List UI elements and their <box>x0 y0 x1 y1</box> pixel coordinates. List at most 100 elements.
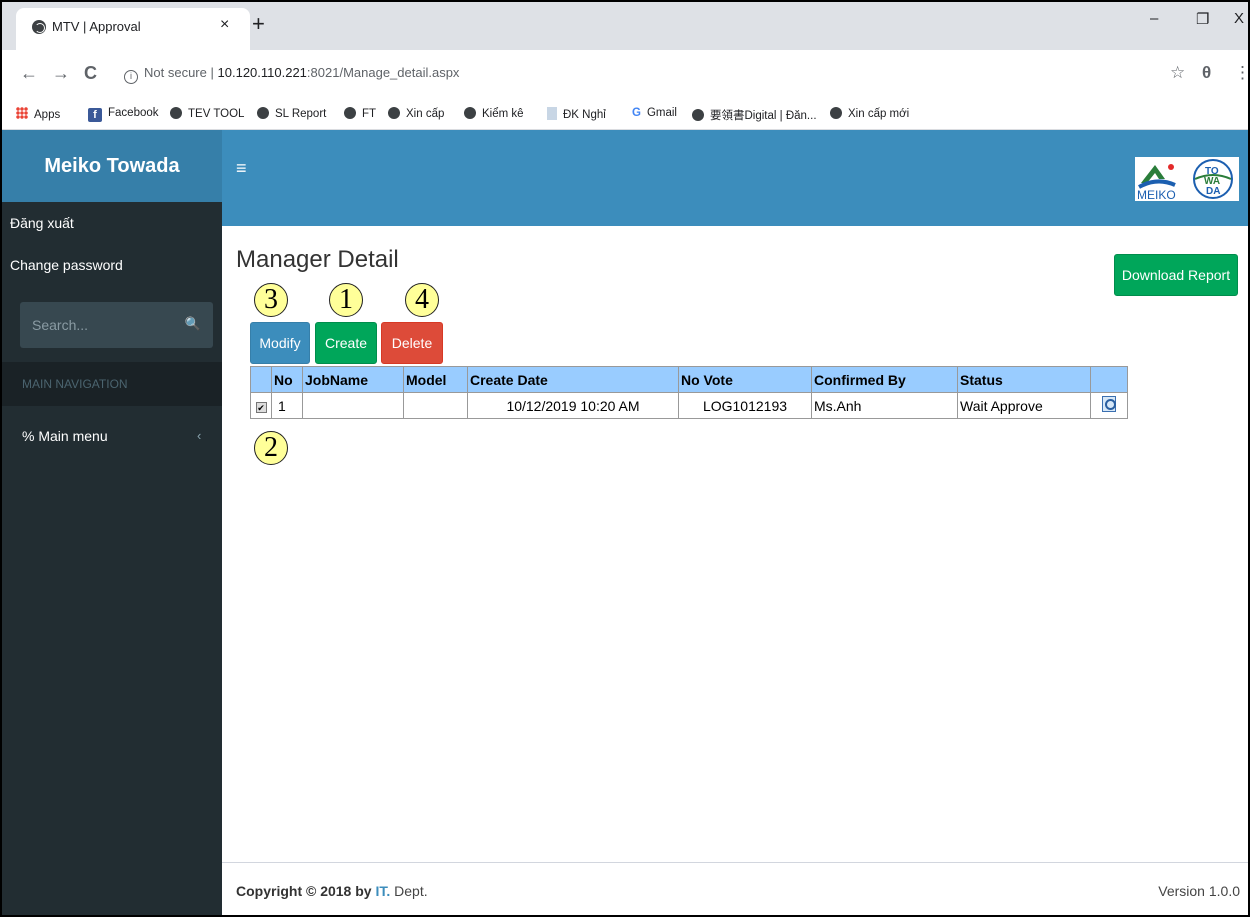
globe-icon <box>388 107 400 119</box>
page-title: Manager Detail <box>236 246 399 273</box>
browser-tab[interactable]: MTV | Approval × <box>16 8 250 50</box>
bookmark-apps[interactable]: Apps <box>16 107 60 121</box>
google-icon: G <box>632 107 641 119</box>
screen-frame: MTV | Approval × + – ❐ X ← → C i Not secu… <box>0 0 1250 917</box>
column-header-create-date[interactable]: Create Date <box>467 366 679 393</box>
bookmark-label: ĐK Nghỉ <box>563 109 606 121</box>
bookmark-ft[interactable]: FT <box>344 107 376 120</box>
column-header-no-vote[interactable]: No Vote <box>678 366 812 393</box>
change-password-link[interactable]: Change password <box>10 257 123 273</box>
top-navbar: ≡ MEIKO TO WA DA <box>222 130 1248 226</box>
bookmark-dk-nghi[interactable]: ĐK Nghỉ <box>547 107 606 121</box>
cell-no: 1 <box>271 392 303 419</box>
bookmarks-bar: Apps f Facebook TEV TOOL SL Report FT Xin… <box>2 100 1248 130</box>
view-detail-icon[interactable] <box>1102 396 1116 412</box>
dept-label: Dept. <box>390 883 428 899</box>
sidebar-item-main-menu[interactable]: % Main menu ‹ <box>22 428 201 444</box>
profile-icon[interactable]: θ <box>1202 63 1211 83</box>
column-header-model[interactable]: Model <box>403 366 468 393</box>
footer: Copyright © 2018 by IT. Dept. Version 1.… <box>222 862 1248 915</box>
row-select-cell: ✔ <box>250 392 272 419</box>
bookmark-xin-cap[interactable]: Xin cấp <box>388 107 444 120</box>
main-navigation-header: MAIN NAVIGATION <box>2 362 222 406</box>
document-icon <box>547 107 557 120</box>
bookmark-star-icon[interactable]: ☆ <box>1170 63 1185 83</box>
bookmark-xin-cap-moi[interactable]: Xin cấp mới <box>830 107 909 120</box>
cell-create-date: 10/12/2019 10:20 AM <box>467 392 679 419</box>
column-header-confirmed-by[interactable]: Confirmed By <box>811 366 958 393</box>
brand-title[interactable]: Meiko Towada <box>2 130 222 202</box>
restore-icon[interactable]: ❐ <box>1196 10 1209 28</box>
bookmark-label: Gmail <box>646 107 677 119</box>
url-field[interactable]: i Not secure | 10.120.110.221:8021/Manage… <box>124 65 459 84</box>
bookmark-label: Xin cấp mới <box>848 108 910 120</box>
bookmark-label: Xin cấp <box>406 108 445 120</box>
main-content: Manager Detail Download Report 3 1 4 Mod… <box>222 226 1248 862</box>
bookmark-label: TEV TOOL <box>188 108 245 120</box>
facebook-icon: f <box>88 108 102 122</box>
globe-icon <box>170 107 182 119</box>
reload-icon[interactable]: C <box>84 63 97 84</box>
address-bar: ← → C i Not secure | 10.120.110.221:8021/… <box>2 50 1248 100</box>
bookmark-tev-tool[interactable]: TEV TOOL <box>170 107 244 120</box>
table-row[interactable]: ✔ 1 10/12/2019 10:20 AM LOG1012193 Ms.An… <box>250 392 1128 419</box>
globe-icon <box>32 20 46 34</box>
globe-icon <box>257 107 269 119</box>
step-marker-1: 1 <box>329 283 363 317</box>
copyright-text: Copyright © 2018 by IT. Dept. <box>236 883 428 899</box>
bookmark-kiem-ke[interactable]: Kiểm kê <box>464 107 524 120</box>
browser-menu-icon[interactable]: ⋮ <box>1234 63 1248 83</box>
logout-link[interactable]: Đăng xuất <box>10 215 74 231</box>
cell-jobname <box>302 392 404 419</box>
security-label: Not secure <box>144 65 207 80</box>
copyright-label: Copyright © 2018 by <box>236 883 376 899</box>
column-header-jobname[interactable]: JobName <box>302 366 404 393</box>
search-input[interactable] <box>20 302 180 348</box>
link-icon: % <box>22 428 35 444</box>
column-header-action <box>1090 366 1128 393</box>
url-separator: | <box>210 65 214 80</box>
url-host: 10.120.110.221 <box>217 65 307 80</box>
apps-icon <box>16 107 28 119</box>
modify-button[interactable]: Modify <box>250 322 310 364</box>
bookmark-digital[interactable]: 要領書Digital | Đăn... <box>692 107 817 123</box>
globe-icon <box>464 107 476 119</box>
sidebar: Meiko Towada Đăng xuất Change password 🔍… <box>2 130 222 915</box>
version-label: Version 1.0.0 <box>1158 883 1240 899</box>
bookmark-sl-report[interactable]: SL Report <box>257 107 326 120</box>
create-button[interactable]: Create <box>315 322 377 364</box>
globe-icon <box>692 109 704 121</box>
hamburger-menu-icon[interactable]: ≡ <box>236 158 247 179</box>
bookmark-label: Kiểm kê <box>482 108 524 120</box>
company-logo: MEIKO TO WA DA <box>1135 157 1239 202</box>
minimize-icon[interactable]: – <box>1150 10 1158 27</box>
svg-text:DA: DA <box>1206 186 1220 197</box>
column-header-status[interactable]: Status <box>957 366 1091 393</box>
sidebar-search: 🔍 <box>20 302 213 348</box>
back-icon[interactable]: ← <box>20 63 38 84</box>
close-window-icon[interactable]: X <box>1234 10 1244 27</box>
browser-tab-strip: MTV | Approval × + – ❐ X <box>2 2 1248 50</box>
tab-close-icon[interactable]: × <box>220 16 229 34</box>
bookmark-facebook[interactable]: f Facebook <box>88 107 159 122</box>
table-header-row: No JobName Model Create Date No Vote Con… <box>250 366 1128 393</box>
search-icon[interactable]: 🔍 <box>185 316 201 332</box>
cell-action <box>1090 392 1128 419</box>
logo-meiko-text: MEIKO <box>1137 188 1176 201</box>
cell-status: Wait Approve <box>957 392 1091 419</box>
download-report-button[interactable]: Download Report <box>1114 254 1238 296</box>
bookmark-gmail[interactable]: G Gmail <box>632 107 677 119</box>
info-icon[interactable]: i <box>124 70 138 84</box>
it-dept-link[interactable]: IT. <box>375 883 390 899</box>
bookmark-label: 要領書Digital | Đăn... <box>710 110 817 122</box>
globe-icon <box>830 107 842 119</box>
forward-icon[interactable]: → <box>52 63 70 84</box>
chevron-left-icon[interactable]: ‹ <box>197 428 201 443</box>
column-header-select <box>250 366 272 393</box>
bookmark-label: SL Report <box>275 108 327 120</box>
new-tab-icon[interactable]: + <box>252 13 265 35</box>
row-checkbox[interactable]: ✔ <box>255 401 267 413</box>
bookmark-label: FT <box>362 108 377 120</box>
column-header-no[interactable]: No <box>271 366 303 393</box>
delete-button[interactable]: Delete <box>381 322 443 364</box>
